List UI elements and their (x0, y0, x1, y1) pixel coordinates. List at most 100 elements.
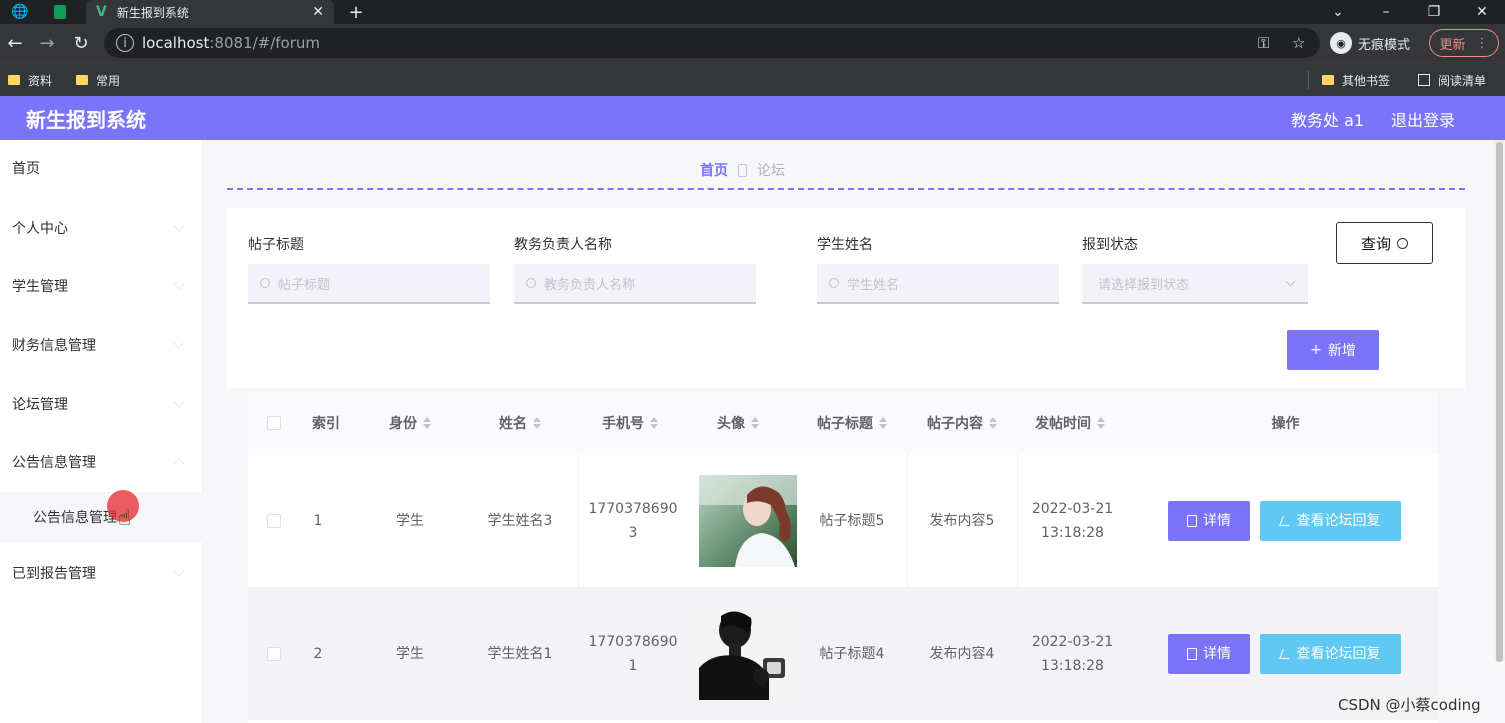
status-select[interactable]: 请选择报到状态 (1082, 264, 1308, 304)
placeholder: 帖子标题 (278, 277, 331, 293)
sidebar-item-profile[interactable]: 个人中心 (0, 208, 203, 248)
update-button[interactable]: 更新 ⋮ (1429, 29, 1499, 57)
star-icon[interactable]: ☆ (1292, 28, 1305, 58)
sort-icon[interactable] (989, 417, 997, 429)
sidebar-item-finance[interactable]: 财务信息管理 (0, 325, 203, 365)
row-select-cell (248, 587, 300, 720)
other-bookmarks[interactable]: 其他书签 (1322, 70, 1390, 90)
header-label: 姓名 (499, 416, 527, 432)
select-all-checkbox[interactable] (267, 416, 281, 430)
row-checkbox[interactable] (267, 646, 281, 661)
back-icon[interactable]: ← (2, 30, 28, 56)
folder-icon (76, 75, 88, 85)
scrollbar-thumb[interactable] (1496, 142, 1503, 662)
sidebar-item-students[interactable]: 学生管理 (0, 266, 203, 306)
info-icon[interactable]: i (116, 34, 134, 52)
post-content-cell: 发布内容4 (929, 645, 995, 662)
main-content: 首页 论坛 帖子标题 帖子标题 教务负责人名称 教务负责人名称 学生姓名 学生姓… (203, 140, 1505, 723)
chevron-down-icon (1285, 276, 1296, 287)
manager-name-input[interactable]: 教务负责人名称 (514, 264, 756, 304)
avatar[interactable] (699, 607, 797, 700)
column-header[interactable]: 发帖时间 (1020, 392, 1120, 454)
bookmark-label: 常用 (96, 73, 121, 88)
placeholder: 学生姓名 (847, 277, 900, 293)
header-label: 帖子标题 (817, 416, 873, 432)
dashed-divider (227, 188, 1465, 190)
chevron-down-icon (173, 396, 185, 408)
sidebar-item-home[interactable]: 首页 (0, 148, 203, 188)
avatar[interactable] (699, 474, 797, 567)
view-replies-button[interactable]: 查看论坛回复 (1260, 500, 1401, 541)
search-icon (1397, 237, 1408, 249)
column-header[interactable]: 姓名 (468, 392, 572, 454)
add-button[interactable]: + 新增 (1287, 330, 1379, 370)
column-header[interactable]: 身份 (358, 392, 462, 454)
restore-icon[interactable]: ❐ (1414, 0, 1454, 24)
new-tab-icon[interactable]: + (344, 0, 368, 24)
clip-icon (738, 163, 747, 177)
chevron-down-icon (173, 565, 185, 577)
tab-search-icon[interactable]: ⌄ (1318, 0, 1358, 24)
name-cell: 学生姓名1 (487, 645, 553, 662)
minimize-icon[interactable]: – (1366, 0, 1406, 24)
sort-icon[interactable] (879, 417, 887, 429)
field-label: 学生姓名 (817, 237, 873, 253)
forward-icon[interactable]: → (34, 30, 60, 56)
field-label: 教务负责人名称 (514, 237, 612, 253)
url-input[interactable]: i localhost:8081/#/forum ⚿ ☆ (104, 28, 1320, 58)
student-name-input[interactable]: 学生姓名 (817, 264, 1059, 304)
phone-line: 1770378690 (588, 500, 678, 517)
bookmark-folder[interactable]: 常用 (76, 70, 120, 90)
logout-link[interactable]: 退出登录 (1391, 107, 1455, 131)
sidebar-item-label: 论坛管理 (12, 397, 68, 413)
breadcrumb-current: 论坛 (757, 163, 785, 179)
post-title-input[interactable]: 帖子标题 (248, 264, 490, 304)
column-header[interactable]: 头像 (688, 392, 788, 454)
globe-icon[interactable]: 🌐 (8, 0, 32, 24)
detail-button[interactable]: 详情 (1168, 500, 1250, 541)
sort-icon[interactable] (650, 417, 658, 429)
detail-button[interactable]: 详情 (1168, 633, 1250, 674)
more-icon: ⋮ (1475, 35, 1489, 51)
app-header: 新生报到系统 教务处 a1 退出登录 (0, 96, 1505, 140)
sidebar-subitem-notices[interactable]: 公告信息管理 (0, 492, 203, 542)
sort-icon[interactable] (423, 417, 431, 429)
reading-list[interactable]: 阅读清单 (1418, 70, 1486, 90)
post-title-cell: 帖子标题4 (819, 645, 885, 662)
sort-icon[interactable] (533, 417, 541, 429)
reload-icon[interactable]: ↻ (68, 30, 94, 56)
phone-line: 3 (628, 524, 638, 541)
column-header[interactable]: 帖子标题 (802, 392, 902, 454)
query-button[interactable]: 查询 (1336, 222, 1433, 264)
sheets-icon[interactable] (48, 0, 72, 24)
search-panel: 帖子标题 帖子标题 教务负责人名称 教务负责人名称 学生姓名 学生姓名 报到状态… (227, 208, 1465, 388)
sidebar-item-label: 财务信息管理 (12, 338, 96, 354)
sort-icon[interactable] (1097, 417, 1105, 429)
incognito-indicator[interactable]: ◉ 无痕模式 (1330, 29, 1410, 57)
sidebar-item-notices[interactable]: 公告信息管理 (0, 442, 203, 482)
close-tab-icon[interactable]: ✕ (312, 4, 324, 20)
bookmark-folder[interactable]: 资料 (8, 70, 52, 90)
header-label: 手机号 (602, 416, 644, 432)
sidebar-item-reports[interactable]: 已到报告管理 (0, 553, 203, 593)
sidebar-item-forum[interactable]: 论坛管理 (0, 384, 203, 424)
chevron-down-icon (173, 337, 185, 349)
sort-icon[interactable] (751, 417, 759, 429)
browser-tab[interactable]: V 新生报到系统 ✕ (86, 0, 334, 24)
placeholder: 教务负责人名称 (544, 277, 636, 293)
search-icon (260, 278, 270, 288)
current-user: 教务处 a1 (1291, 111, 1365, 130)
search-icon (829, 278, 839, 288)
actions-cell: 查看论坛回复 (1260, 454, 1401, 587)
row-checkbox[interactable] (267, 513, 281, 528)
key-icon[interactable]: ⚿ (1258, 28, 1269, 58)
view-replies-button[interactable]: 查看论坛回复 (1260, 633, 1401, 674)
time-line: 13:18:28 (1041, 657, 1104, 674)
sidebar-item-label: 首页 (12, 161, 40, 177)
folder-icon (1322, 75, 1334, 85)
add-label: 新增 (1327, 343, 1356, 359)
close-window-icon[interactable]: ✕ (1462, 0, 1502, 24)
column-header[interactable]: 手机号 (578, 392, 682, 454)
breadcrumb-home[interactable]: 首页 (700, 160, 728, 180)
column-header[interactable]: 帖子内容 (912, 392, 1012, 454)
